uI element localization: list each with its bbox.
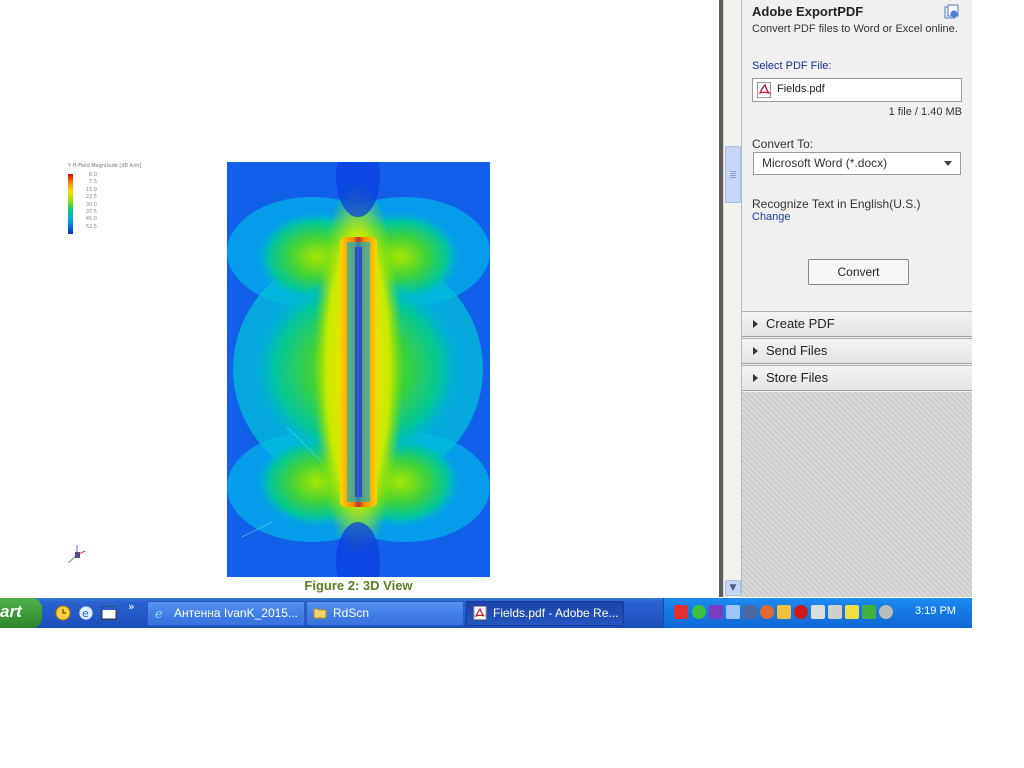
- field-legend: Y H-Field Magnitude [dB A/m] 6.0 7.5 15.…: [65, 162, 165, 242]
- legend-tick: 30.0: [85, 201, 97, 208]
- speaker-icon[interactable]: [777, 605, 791, 619]
- pane-description: Convert PDF files to Word or Excel onlin…: [752, 23, 958, 35]
- legend-tick: 22.5: [85, 194, 97, 201]
- section-label: Create PDF: [766, 316, 835, 331]
- section-label: Send Files: [766, 343, 828, 358]
- ie-icon: e: [155, 607, 163, 620]
- task-label: Fields.pdf - Adobe Re...: [493, 606, 619, 620]
- tray-tool-icon[interactable]: [828, 605, 842, 619]
- svg-text:e: e: [155, 607, 163, 620]
- legend-tick: 15.0: [85, 186, 97, 193]
- pdf-document-view[interactable]: Y H-Field Magnitude [dB A/m] 6.0 7.5 15.…: [0, 0, 719, 597]
- clock-quicklaunch-icon[interactable]: [55, 605, 71, 621]
- tray-running-man-icon[interactable]: [845, 605, 859, 619]
- legend-tick: 52.5: [85, 223, 97, 230]
- convert-format-value: Microsoft Word (*.docx): [762, 156, 888, 170]
- tray-blocked-icon[interactable]: [760, 605, 774, 619]
- tray-alert-icon[interactable]: [674, 605, 688, 619]
- pdf-file-icon: [757, 82, 772, 98]
- select-file-label: Select PDF File:: [752, 60, 832, 72]
- tray-computer-icon[interactable]: [743, 605, 757, 619]
- scroll-down-button[interactable]: ▼: [725, 580, 741, 596]
- scrollbar-grip-icon: [730, 171, 736, 172]
- section-send-files[interactable]: Send Files: [742, 338, 972, 364]
- convert-button[interactable]: Convert: [808, 259, 909, 285]
- legend-title: Y H-Field Magnitude [dB A/m]: [68, 163, 142, 169]
- export-pdf-icon[interactable]: [943, 4, 959, 20]
- start-button[interactable]: art: [0, 598, 42, 628]
- expand-arrow-icon: [753, 320, 758, 328]
- pane-empty-area: [742, 392, 972, 597]
- show-desktop-icon[interactable]: [101, 605, 117, 621]
- convert-to-label: Convert To:: [752, 137, 814, 151]
- section-label: Store Files: [766, 370, 829, 385]
- change-language-link[interactable]: Change: [752, 211, 791, 223]
- system-tray: 3:19 PM: [663, 598, 972, 628]
- folder-icon: [313, 608, 327, 619]
- section-store-files[interactable]: Store Files: [742, 365, 972, 391]
- legend-color-bar: [68, 174, 73, 234]
- taskbar: art e » e Антенна IvanK_2015... RdScn Fi…: [0, 598, 972, 628]
- legend-ticks: 6.0 7.5 15.0 22.5 30.0 37.5 45.0 52.5: [77, 172, 97, 231]
- tray-tool-icon[interactable]: [811, 605, 825, 619]
- task-fields-pdf[interactable]: Fields.pdf - Adobe Re...: [466, 601, 624, 626]
- chevron-down-icon: [944, 161, 952, 166]
- legend-tick: 37.5: [85, 209, 97, 216]
- pane-title: Adobe ExportPDF: [752, 4, 864, 19]
- figure-caption: Figure 2: 3D View: [304, 578, 413, 593]
- expand-arrow-icon: [753, 347, 758, 355]
- vertical-scrollbar[interactable]: ▼: [723, 0, 741, 597]
- export-pdf-pane: Adobe ExportPDF Convert PDF files to Wor…: [741, 0, 972, 597]
- legend-tick: 6.0: [89, 172, 97, 178]
- recognize-text-label: Recognize Text in English(U.S.): [752, 197, 921, 211]
- section-create-pdf[interactable]: Create PDF: [742, 311, 972, 337]
- axes-triad-icon: [67, 545, 86, 564]
- task-label: RdScn: [333, 606, 370, 620]
- tray-user-icon[interactable]: [709, 605, 723, 619]
- legend-tick: 45.0: [85, 216, 97, 223]
- convert-format-select[interactable]: Microsoft Word (*.docx): [753, 152, 961, 175]
- svg-text:e: e: [82, 607, 89, 620]
- task-antenna-window[interactable]: e Антенна IvanK_2015...: [147, 601, 305, 626]
- clock[interactable]: 3:19 PM: [915, 605, 956, 617]
- task-label: Антенна IvanK_2015...: [174, 606, 298, 620]
- tray-network-icon[interactable]: [726, 605, 740, 619]
- legend-tick: 7.5: [89, 179, 97, 186]
- ie-quicklaunch-icon[interactable]: e: [78, 605, 94, 621]
- field-3d-plot: [227, 162, 490, 577]
- scrollbar-thumb[interactable]: [725, 146, 741, 203]
- pdf-icon: [473, 606, 487, 620]
- start-label: art: [0, 602, 22, 621]
- expand-arrow-icon: [753, 374, 758, 382]
- tray-disc-icon[interactable]: [879, 605, 893, 619]
- task-rdscn-folder[interactable]: RdScn: [306, 601, 464, 626]
- quicklaunch-more-icon[interactable]: »: [128, 600, 135, 613]
- tray-check-icon[interactable]: [692, 605, 706, 619]
- selected-file-field[interactable]: Fields.pdf: [752, 78, 962, 102]
- tray-battery-icon[interactable]: [862, 605, 876, 619]
- tray-acrobat-icon[interactable]: [794, 605, 808, 619]
- file-name: Fields.pdf: [777, 83, 825, 95]
- file-size: 1 file / 1.40 MB: [888, 106, 962, 118]
